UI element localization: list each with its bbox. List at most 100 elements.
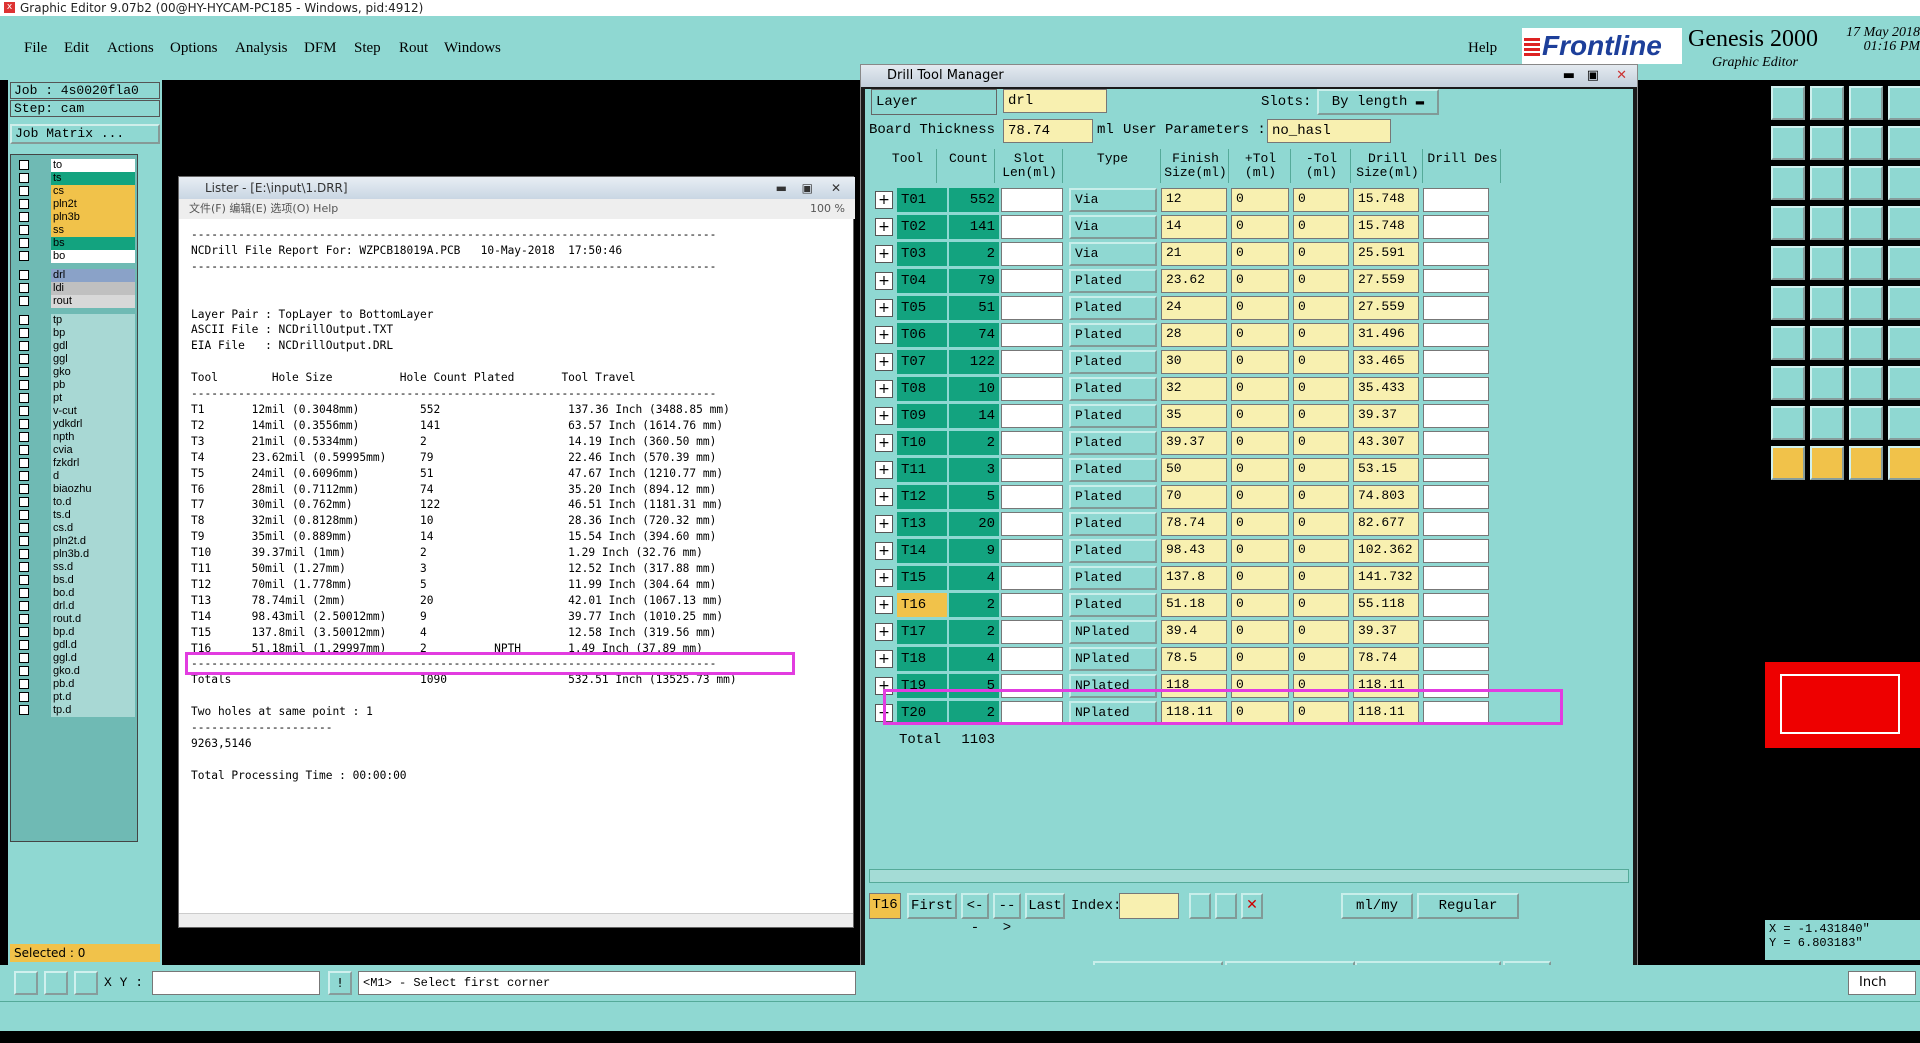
next-button[interactable]: --> bbox=[993, 893, 1021, 936]
drill-des-input[interactable] bbox=[1423, 350, 1489, 374]
slot-len-input[interactable] bbox=[1001, 242, 1063, 266]
layer-item[interactable]: rout bbox=[15, 295, 139, 308]
tool-name[interactable]: T15 bbox=[897, 566, 947, 590]
menu-actions[interactable]: Actions bbox=[107, 40, 154, 57]
toolbox-button[interactable] bbox=[1849, 326, 1883, 360]
drill-des-input[interactable] bbox=[1423, 269, 1489, 293]
layer-checkbox[interactable] bbox=[19, 510, 29, 520]
expand-icon[interactable]: + bbox=[875, 488, 893, 506]
type-dropdown[interactable]: Plated bbox=[1069, 485, 1157, 509]
drill-des-input[interactable] bbox=[1423, 620, 1489, 644]
expand-icon[interactable]: + bbox=[875, 272, 893, 290]
xy-input[interactable] bbox=[152, 971, 320, 995]
toolbox-button[interactable] bbox=[1888, 446, 1920, 480]
tool-name[interactable]: T11 bbox=[897, 458, 947, 482]
layer-checkbox[interactable] bbox=[19, 484, 29, 494]
type-dropdown[interactable]: Plated bbox=[1069, 404, 1157, 428]
type-dropdown[interactable]: Plated bbox=[1069, 539, 1157, 563]
finish-size-input[interactable]: 39.37 bbox=[1161, 431, 1227, 455]
table-row[interactable]: + T14 9 Plated 98.43 0 0 102.362 bbox=[869, 538, 1629, 565]
plus-tol-input[interactable]: 0 bbox=[1231, 566, 1289, 590]
finish-size-input[interactable]: 35 bbox=[1161, 404, 1227, 428]
search-icon[interactable] bbox=[1189, 893, 1211, 919]
toolbox-button[interactable] bbox=[1888, 126, 1920, 160]
finish-size-input[interactable]: 32 bbox=[1161, 377, 1227, 401]
drill-size-input[interactable]: 102.362 bbox=[1353, 539, 1419, 563]
layer-item[interactable]: ts.d bbox=[15, 509, 139, 522]
slot-len-input[interactable] bbox=[1001, 512, 1063, 536]
layer-checkbox[interactable] bbox=[19, 354, 29, 364]
drill-des-input[interactable] bbox=[1423, 647, 1489, 671]
toolbox-button[interactable] bbox=[1810, 166, 1844, 200]
expand-icon[interactable]: + bbox=[875, 191, 893, 209]
clear-icon[interactable]: ✕ bbox=[1241, 893, 1263, 919]
minimize-icon[interactable]: ▬ bbox=[776, 177, 787, 199]
minus-tol-input[interactable]: 0 bbox=[1293, 593, 1349, 617]
minus-tol-input[interactable]: 0 bbox=[1293, 566, 1349, 590]
drill-des-input[interactable] bbox=[1423, 296, 1489, 320]
layer-checkbox[interactable] bbox=[19, 666, 29, 676]
minus-tol-input[interactable]: 0 bbox=[1293, 377, 1349, 401]
slot-len-input[interactable] bbox=[1001, 296, 1063, 320]
layer-checkbox[interactable] bbox=[19, 432, 29, 442]
layer-checkbox[interactable] bbox=[19, 601, 29, 611]
slot-len-input[interactable] bbox=[1001, 323, 1063, 347]
tool-name[interactable]: T16 bbox=[897, 593, 947, 617]
finish-size-input[interactable]: 23.62 bbox=[1161, 269, 1227, 293]
layer-item[interactable]: to bbox=[15, 159, 139, 172]
menu-dfm[interactable]: DFM bbox=[304, 40, 337, 57]
layer-checkbox[interactable] bbox=[19, 160, 29, 170]
layer-item[interactable]: gdl bbox=[15, 340, 139, 353]
tool-name[interactable]: T01 bbox=[897, 188, 947, 212]
expand-icon[interactable]: + bbox=[875, 353, 893, 371]
tool-name[interactable]: T02 bbox=[897, 215, 947, 239]
toolbox-button[interactable] bbox=[1849, 406, 1883, 440]
toolbox-button[interactable] bbox=[1888, 86, 1920, 120]
layer-item[interactable]: cs bbox=[15, 185, 139, 198]
menu-file[interactable]: File bbox=[24, 40, 47, 57]
plus-tol-input[interactable]: 0 bbox=[1231, 188, 1289, 212]
menu-analysis[interactable]: Analysis bbox=[235, 40, 288, 57]
info-icon[interactable]: ! bbox=[328, 971, 352, 995]
finish-size-input[interactable]: 14 bbox=[1161, 215, 1227, 239]
user-params-input[interactable]: no_hasl bbox=[1267, 119, 1391, 143]
toolbox-button[interactable] bbox=[1771, 246, 1805, 280]
menu-help[interactable]: Help bbox=[1468, 40, 1497, 57]
table-row[interactable]: + T01 552 Via 12 0 0 15.748 bbox=[869, 187, 1629, 214]
layer-item[interactable]: pln2t.d bbox=[15, 535, 139, 548]
minus-tol-input[interactable]: 0 bbox=[1293, 539, 1349, 563]
layer-checkbox[interactable] bbox=[19, 640, 29, 650]
layer-item[interactable]: pb.d bbox=[15, 678, 139, 691]
grid-icon[interactable] bbox=[74, 971, 98, 995]
toolbox-button[interactable] bbox=[1888, 246, 1920, 280]
drill-size-input[interactable]: 31.496 bbox=[1353, 323, 1419, 347]
plus-tol-input[interactable]: 0 bbox=[1231, 269, 1289, 293]
layer-item[interactable]: d bbox=[15, 470, 139, 483]
plus-tol-input[interactable]: 0 bbox=[1231, 431, 1289, 455]
layer-item[interactable]: pb bbox=[15, 379, 139, 392]
toolbox-button[interactable] bbox=[1849, 126, 1883, 160]
drill-des-input[interactable] bbox=[1423, 242, 1489, 266]
layer-item[interactable]: ggl.d bbox=[15, 652, 139, 665]
last-button[interactable]: Last bbox=[1025, 893, 1065, 919]
layer-item[interactable]: gdl.d bbox=[15, 639, 139, 652]
type-dropdown[interactable]: Plated bbox=[1069, 593, 1157, 617]
slot-len-input[interactable] bbox=[1001, 431, 1063, 455]
toolbox-button[interactable] bbox=[1888, 206, 1920, 240]
minus-tol-input[interactable]: 0 bbox=[1293, 512, 1349, 536]
layer-checkbox[interactable] bbox=[19, 627, 29, 637]
table-row[interactable]: + T17 2 NPlated 39.4 0 0 39.37 bbox=[869, 619, 1629, 646]
layer-checkbox[interactable] bbox=[19, 238, 29, 248]
slot-len-input[interactable] bbox=[1001, 647, 1063, 671]
toolbox-button[interactable] bbox=[1810, 326, 1844, 360]
drill-des-input[interactable] bbox=[1423, 458, 1489, 482]
mode-dropdown[interactable]: Regular bbox=[1417, 893, 1519, 919]
tool-name[interactable]: T13 bbox=[897, 512, 947, 536]
plus-tol-input[interactable]: 0 bbox=[1231, 620, 1289, 644]
toolbox-button[interactable] bbox=[1849, 446, 1883, 480]
tool-name[interactable]: T09 bbox=[897, 404, 947, 428]
table-row[interactable]: + T04 79 Plated 23.62 0 0 27.559 bbox=[869, 268, 1629, 295]
layer-item[interactable]: v-cut bbox=[15, 405, 139, 418]
refresh-icon[interactable] bbox=[1215, 893, 1237, 919]
expand-icon[interactable]: + bbox=[875, 623, 893, 641]
